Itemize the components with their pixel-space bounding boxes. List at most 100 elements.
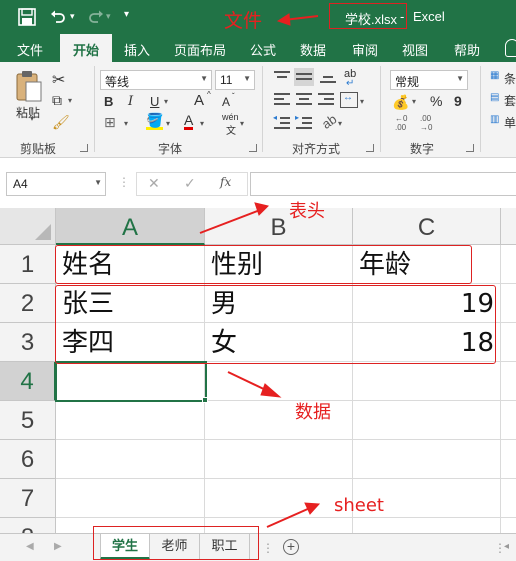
- format-painter-icon[interactable]: 🖌: [52, 114, 70, 131]
- underline-button[interactable]: U: [150, 94, 159, 109]
- align-top-button[interactable]: [274, 70, 290, 84]
- cell-d1[interactable]: [501, 245, 516, 284]
- formula-input[interactable]: [250, 172, 516, 196]
- shrink-font-button[interactable]: A: [222, 95, 230, 109]
- decrease-indent-button[interactable]: ◂: [273, 113, 290, 132]
- phonetic-dropdown-icon[interactable]: ▾: [240, 119, 244, 128]
- fill-color-icon[interactable]: 🪣: [146, 113, 164, 130]
- select-all-button[interactable]: [0, 208, 56, 245]
- cell-styles-icon[interactable]: ▥: [490, 114, 499, 125]
- name-box[interactable]: A4 ▼: [6, 172, 106, 196]
- align-left-button[interactable]: [274, 92, 290, 108]
- paste-button-label[interactable]: 粘贴: [16, 104, 40, 121]
- conditional-format-icon[interactable]: ▦: [490, 70, 499, 81]
- add-sheet-icon[interactable]: +: [283, 539, 299, 555]
- cell-d8[interactable]: [501, 518, 516, 533]
- italic-button[interactable]: I: [128, 94, 133, 109]
- cell-d7[interactable]: [501, 479, 516, 518]
- column-header-d[interactable]: [501, 208, 516, 245]
- borders-dropdown-icon[interactable]: ▾: [124, 119, 128, 128]
- prev-sheet-icon[interactable]: ◀: [26, 541, 34, 552]
- fill-handle[interactable]: [202, 397, 208, 403]
- cell-a6[interactable]: [56, 440, 205, 479]
- align-bottom-button[interactable]: [320, 70, 336, 84]
- row-header-3[interactable]: 3: [0, 323, 56, 362]
- cell-b7[interactable]: [205, 479, 353, 518]
- enter-icon[interactable]: ✓: [184, 175, 196, 192]
- lightbulb-icon[interactable]: [505, 39, 516, 57]
- increase-indent-button[interactable]: ▸: [295, 113, 312, 132]
- cell-b4[interactable]: [205, 362, 353, 401]
- cell-d4[interactable]: [501, 362, 516, 401]
- font-color-button[interactable]: A: [184, 113, 194, 130]
- grow-font-button[interactable]: A: [194, 92, 204, 109]
- number-format-select[interactable]: 常规 ▼: [390, 70, 468, 90]
- number-launcher-icon[interactable]: [466, 144, 474, 152]
- orientation-dropdown-icon[interactable]: ▾: [338, 119, 342, 128]
- save-icon[interactable]: [18, 8, 36, 26]
- alignment-launcher-icon[interactable]: [366, 144, 374, 152]
- cell-b6[interactable]: [205, 440, 353, 479]
- cell-d3[interactable]: [501, 323, 516, 362]
- align-center-button[interactable]: [296, 92, 312, 108]
- conditional-format-label[interactable]: 条: [504, 70, 516, 87]
- undo-icon[interactable]: [50, 9, 66, 25]
- font-launcher-icon[interactable]: [249, 144, 257, 152]
- tab-insert[interactable]: 插入: [124, 40, 150, 59]
- tab-page-layout[interactable]: 页面布局: [174, 40, 226, 59]
- cell-a7[interactable]: [56, 479, 205, 518]
- cell-d6[interactable]: [501, 440, 516, 479]
- bold-button[interactable]: B: [104, 94, 113, 109]
- next-sheet-icon[interactable]: ▶: [54, 541, 62, 552]
- currency-dropdown-icon[interactable]: ▾: [412, 97, 416, 106]
- paste-dropdown-icon[interactable]: ▾: [30, 114, 34, 123]
- redo-dropdown-icon[interactable]: ▾: [106, 11, 111, 22]
- cell-c6[interactable]: [353, 440, 501, 479]
- tab-view[interactable]: 视图: [402, 40, 428, 59]
- cell-a5[interactable]: [56, 401, 205, 440]
- row-header-6[interactable]: 6: [0, 440, 56, 479]
- column-header-b[interactable]: B: [205, 208, 353, 245]
- undo-dropdown-icon[interactable]: ▾: [70, 11, 75, 22]
- row-header-5[interactable]: 5: [0, 401, 56, 440]
- paste-icon[interactable]: [16, 70, 42, 102]
- tab-review[interactable]: 审阅: [352, 40, 378, 59]
- scroll-left-icon[interactable]: ◂: [504, 541, 509, 552]
- cancel-icon[interactable]: ✕: [148, 175, 160, 192]
- merge-center-button[interactable]: ↔: [340, 92, 358, 108]
- tab-data[interactable]: 数据: [300, 40, 326, 59]
- row-header-2[interactable]: 2: [0, 284, 56, 323]
- tab-formulas[interactable]: 公式: [250, 40, 276, 59]
- redo-icon[interactable]: [88, 9, 104, 25]
- align-right-button[interactable]: [318, 92, 334, 108]
- cell-d2[interactable]: [501, 284, 516, 323]
- clipboard-launcher-icon[interactable]: [80, 144, 88, 152]
- comma-style-button[interactable]: 9: [454, 93, 462, 109]
- tab-overflow-icon[interactable]: ⋮: [262, 541, 274, 555]
- row-header-8[interactable]: 8: [0, 518, 56, 533]
- row-header-4[interactable]: 4: [0, 362, 56, 401]
- tab-file[interactable]: 文件: [17, 40, 43, 59]
- column-header-a[interactable]: A: [56, 208, 205, 245]
- percent-button[interactable]: %: [430, 93, 442, 109]
- cell-c5[interactable]: [353, 401, 501, 440]
- fill-color-dropdown-icon[interactable]: ▾: [166, 119, 170, 128]
- increase-decimal-button[interactable]: ←0.00: [395, 114, 407, 132]
- drag-handle-icon[interactable]: ⋮: [118, 175, 130, 189]
- underline-dropdown-icon[interactable]: ▾: [164, 97, 168, 106]
- cell-c4[interactable]: [353, 362, 501, 401]
- cell-c8[interactable]: [353, 518, 501, 533]
- tab-help[interactable]: 帮助: [454, 40, 480, 59]
- cell-d5[interactable]: [501, 401, 516, 440]
- copy-dropdown-icon[interactable]: ▾: [68, 96, 72, 105]
- currency-icon[interactable]: 💰: [392, 94, 409, 111]
- borders-icon[interactable]: ⊞: [104, 114, 116, 131]
- cut-icon[interactable]: ✂: [52, 70, 65, 90]
- font-color-dropdown-icon[interactable]: ▾: [200, 119, 204, 128]
- font-size-select[interactable]: 11 ▼: [215, 70, 255, 90]
- customize-toolbar-icon[interactable]: ▾: [124, 9, 129, 20]
- decrease-decimal-button[interactable]: .00 →0: [420, 114, 432, 132]
- font-name-select[interactable]: 等线 ▼: [100, 70, 212, 90]
- column-header-c[interactable]: C: [353, 208, 501, 245]
- insert-function-icon[interactable]: fx: [220, 175, 231, 189]
